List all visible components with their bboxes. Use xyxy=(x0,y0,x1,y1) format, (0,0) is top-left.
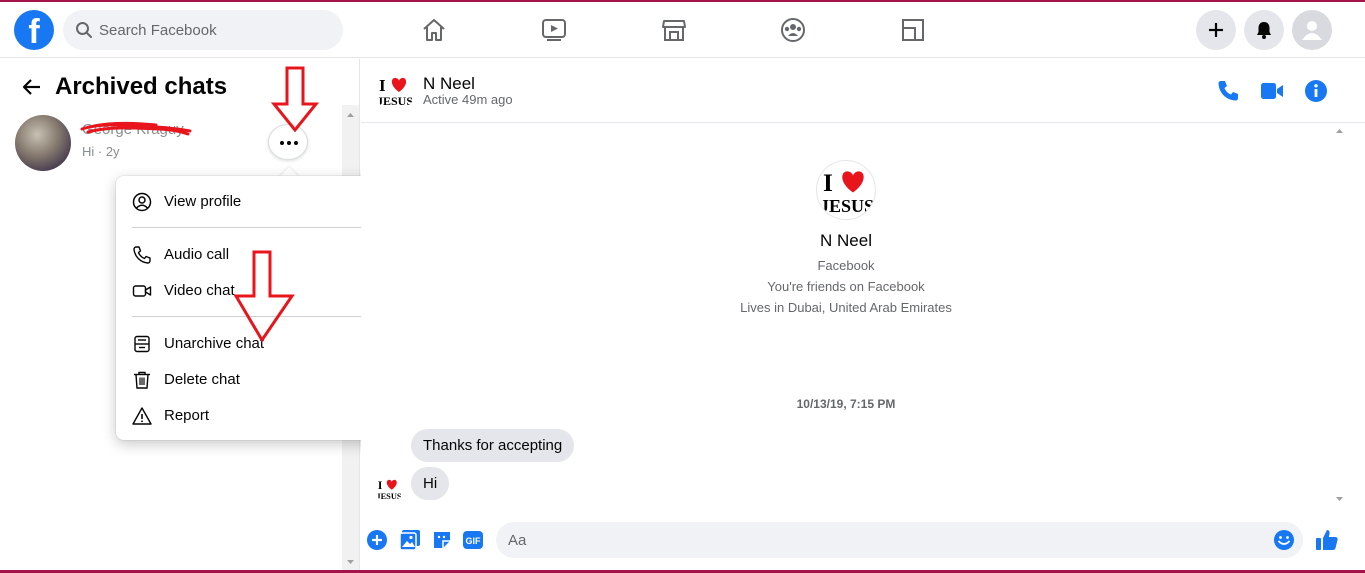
panel-title: Archived chats xyxy=(55,73,228,100)
chat-snippet: Hi · 2y xyxy=(82,144,120,159)
i-love-jesus-logo: I JESUS xyxy=(820,168,874,216)
dot xyxy=(280,141,284,145)
menu-item-label: Report xyxy=(164,407,210,424)
scroll-up-icon[interactable] xyxy=(1331,125,1348,137)
emoji-icon[interactable] xyxy=(1273,529,1295,551)
facebook-logo-icon[interactable]: f xyxy=(14,10,54,51)
annotation-arrow-icon xyxy=(234,250,295,342)
message-timestamp: 10/13/19, 7:15 PM xyxy=(796,397,896,411)
video-camera-icon xyxy=(132,285,152,297)
warning-icon xyxy=(132,407,152,425)
menu-item-label: View profile xyxy=(164,193,242,210)
phone-call-icon[interactable] xyxy=(1216,79,1240,103)
sticker-icon[interactable] xyxy=(431,529,453,551)
groups-icon[interactable] xyxy=(780,17,806,43)
video-call-icon[interactable] xyxy=(1260,79,1284,103)
annotation-arrow-icon xyxy=(270,66,320,132)
message-composer: GIF xyxy=(361,519,1365,563)
svg-text:I: I xyxy=(823,168,833,197)
profile-location: Lives in Dubai, United Arab Emirates xyxy=(740,300,952,315)
marketplace-icon[interactable] xyxy=(661,17,687,43)
conversation-panel: I JESUS N Neel Active 49m ago I JESUS N … xyxy=(361,59,1365,570)
friend-status: You're friends on Facebook xyxy=(767,279,925,294)
dot xyxy=(294,141,298,145)
watch-video-icon[interactable] xyxy=(541,17,567,43)
profile-avatar-large[interactable]: I JESUS xyxy=(816,160,876,220)
bell-icon xyxy=(1257,22,1271,39)
plus-icon xyxy=(1209,23,1223,37)
gaming-icon[interactable] xyxy=(900,17,926,43)
phone-icon xyxy=(133,246,151,264)
trash-icon xyxy=(134,371,150,389)
contact-avatar xyxy=(15,115,71,171)
notifications-button[interactable] xyxy=(1244,10,1284,50)
svg-text:GIF: GIF xyxy=(466,536,482,546)
message-input-box[interactable] xyxy=(496,522,1303,558)
i-love-jesus-logo: I JESUS xyxy=(377,76,413,108)
conversation-avatar[interactable]: I JESUS xyxy=(375,71,415,111)
conversation-scrollbar[interactable] xyxy=(1331,125,1348,505)
top-navigation-bar: f xyxy=(0,2,1365,58)
user-circle-icon xyxy=(132,192,152,212)
profile-name: N Neel xyxy=(820,231,872,250)
svg-text:JESUS: JESUS xyxy=(376,492,401,501)
scroll-up-icon[interactable] xyxy=(342,109,359,121)
message-bubble[interactable]: Thanks for accepting xyxy=(411,429,575,462)
active-status: Active 49m ago xyxy=(423,92,513,107)
message-input[interactable] xyxy=(508,522,1248,558)
redaction-scribble xyxy=(80,121,192,136)
svg-text:JESUS: JESUS xyxy=(820,196,874,216)
search-bar[interactable] xyxy=(63,10,343,50)
back-arrow-icon[interactable] xyxy=(22,78,42,96)
conversation-info-icon[interactable] xyxy=(1304,79,1328,103)
message-sender-avatar: I JESUS xyxy=(375,475,403,503)
default-avatar-icon xyxy=(1302,21,1322,40)
scroll-down-icon[interactable] xyxy=(342,556,359,568)
thumbs-up-icon[interactable] xyxy=(1315,528,1339,552)
i-love-jesus-logo: I JESUS xyxy=(376,478,401,501)
dot xyxy=(287,141,291,145)
menu-item-label: Delete chat xyxy=(164,371,240,388)
svg-text:I: I xyxy=(379,76,386,95)
menu-item-label: Audio call xyxy=(164,246,230,263)
search-icon xyxy=(76,22,92,38)
account-avatar[interactable] xyxy=(1292,10,1332,50)
gif-icon[interactable]: GIF xyxy=(462,529,484,551)
search-input[interactable] xyxy=(99,10,329,50)
conversation-header: I JESUS N Neel Active 49m ago xyxy=(361,59,1365,123)
svg-text:I: I xyxy=(378,478,383,492)
attach-photo-icon[interactable] xyxy=(399,529,421,551)
create-button[interactable] xyxy=(1196,10,1236,50)
more-actions-plus-icon[interactable] xyxy=(366,529,388,551)
profile-source: Facebook xyxy=(817,258,875,273)
scroll-down-icon[interactable] xyxy=(1331,493,1348,505)
menu-item-label: Video chat xyxy=(164,282,235,299)
message-bubble[interactable]: Hi xyxy=(411,467,450,500)
svg-text:JESUS: JESUS xyxy=(377,94,413,108)
unarchive-icon xyxy=(134,335,150,353)
home-icon[interactable] xyxy=(421,17,447,43)
conversation-name: N Neel xyxy=(423,74,475,93)
